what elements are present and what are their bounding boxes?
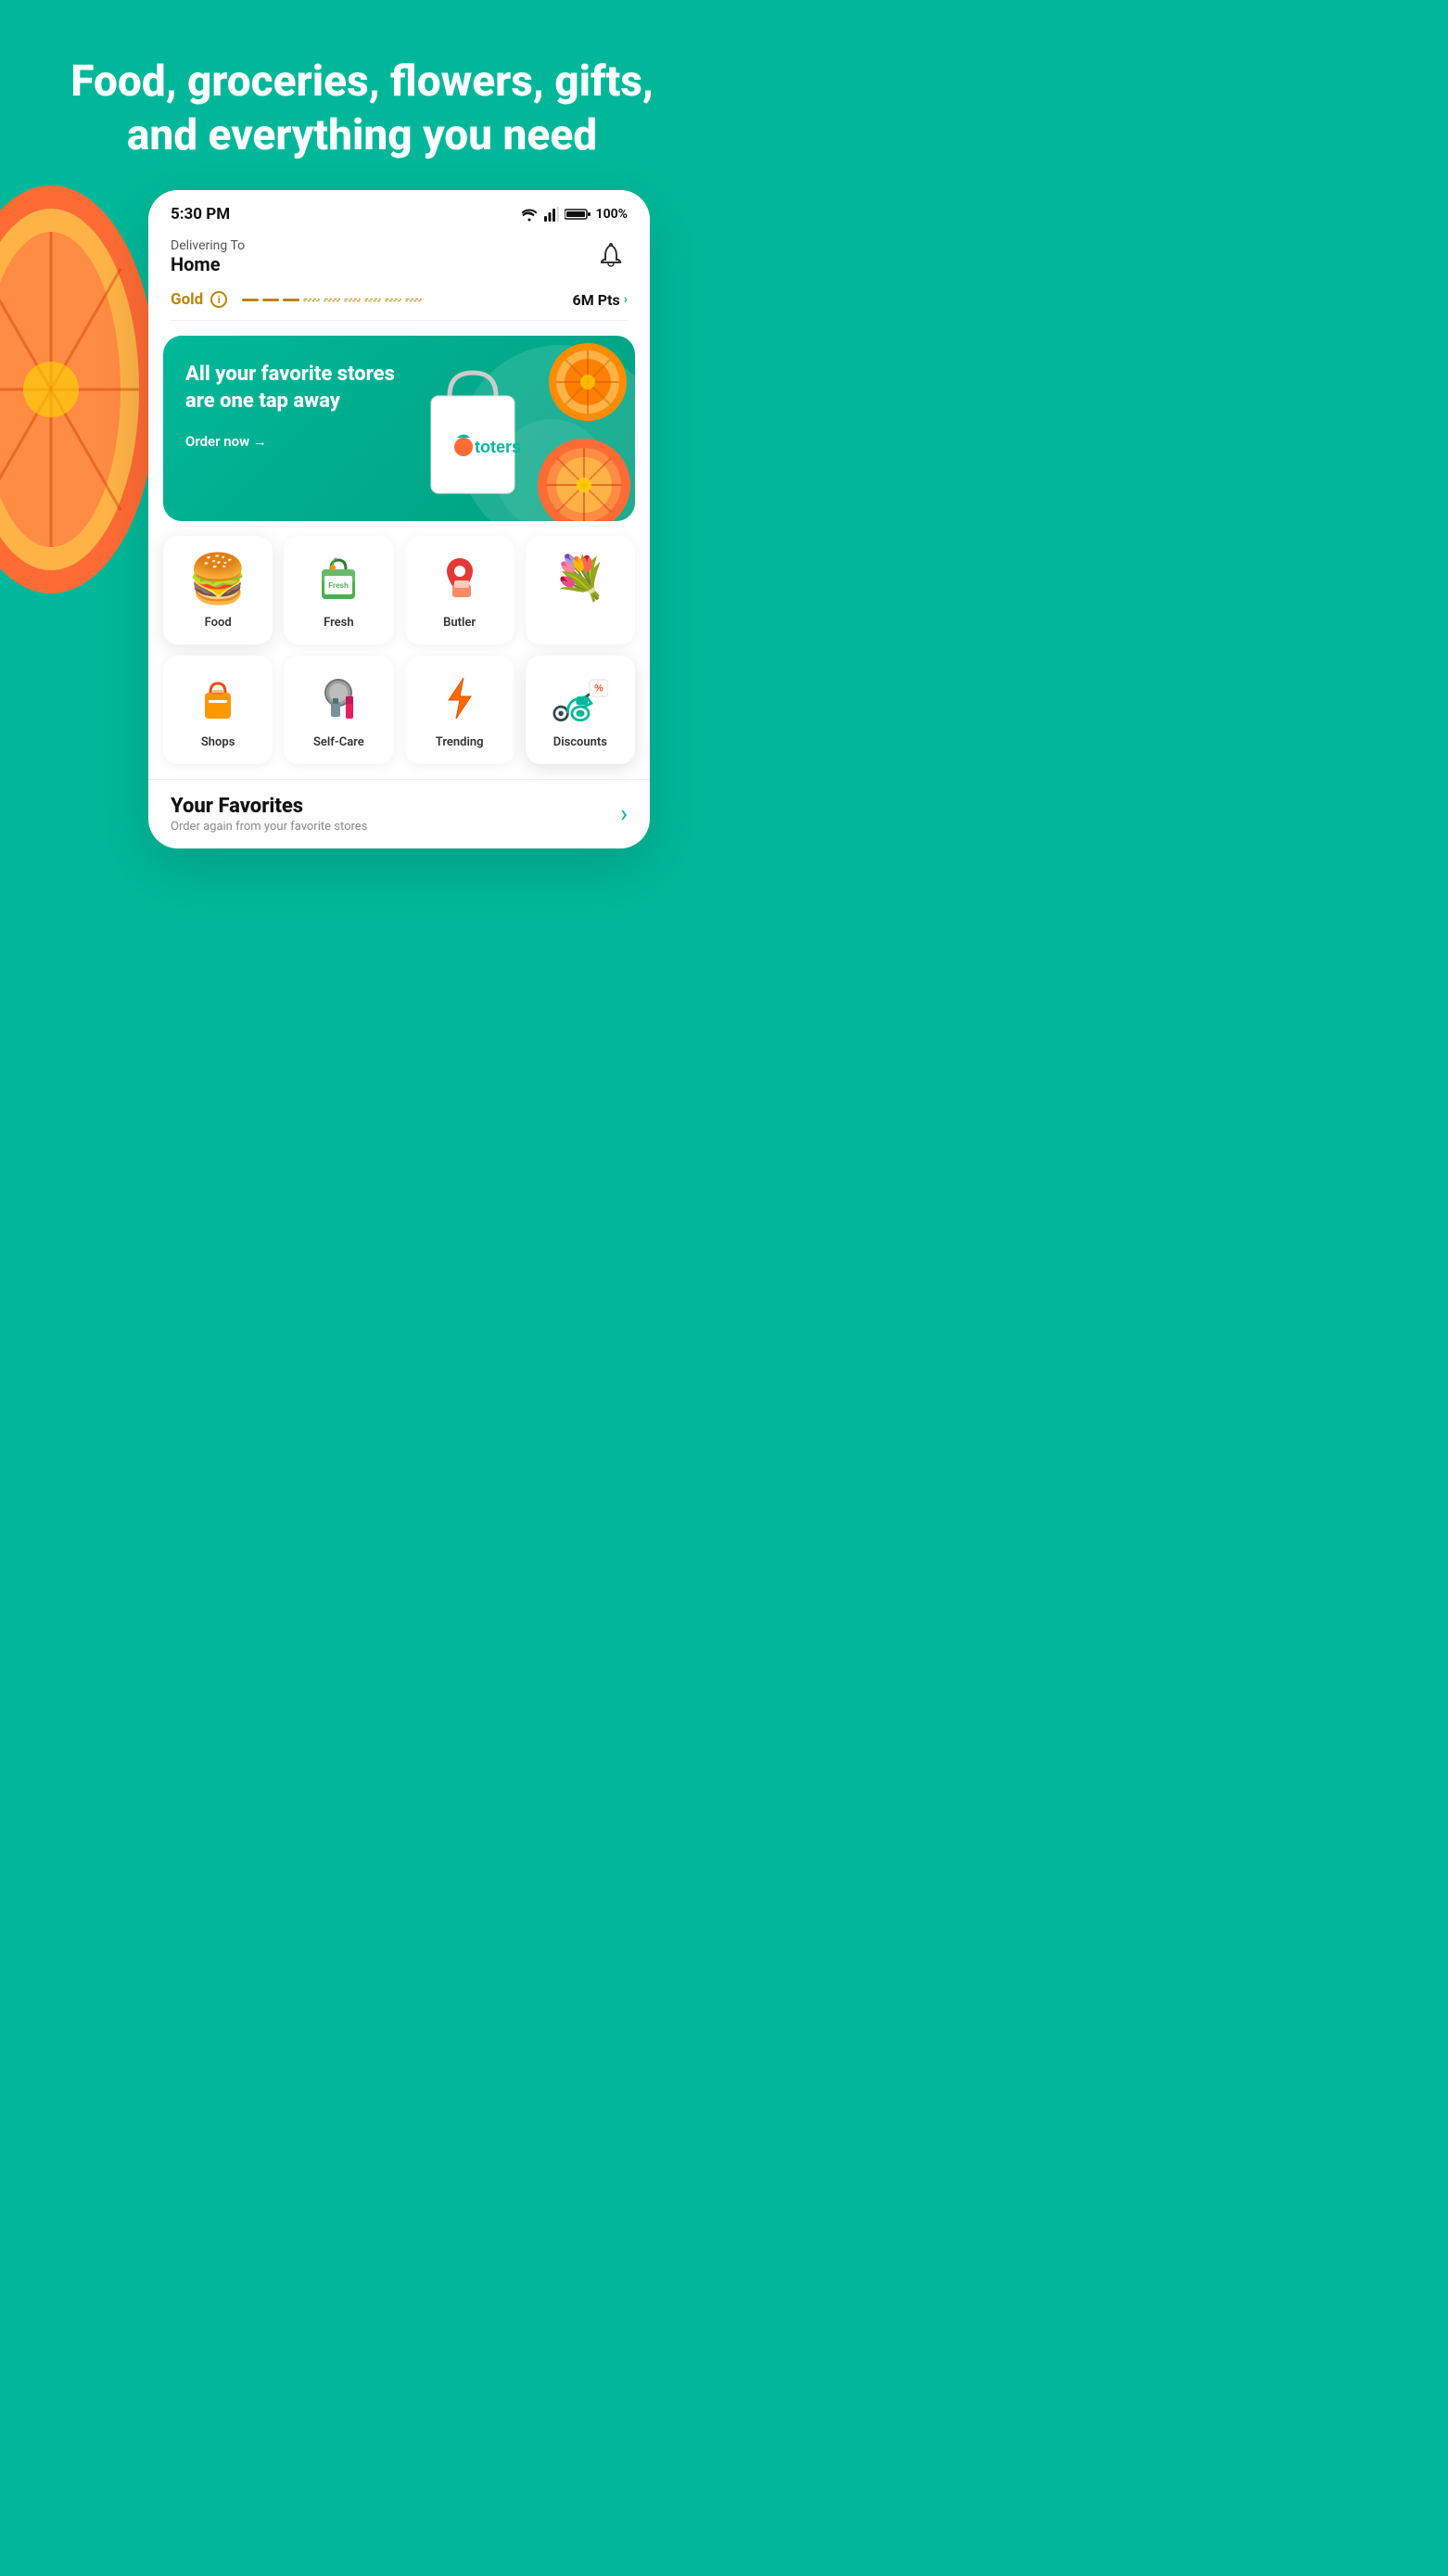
delivering-label: Delivering To [171,238,245,253]
category-food[interactable]: 🍔 Food [163,536,273,644]
tier-info: Gold i [171,290,422,309]
food-label: Food [205,616,232,630]
banner-headline: All your favorite stores are one tap awa… [185,362,421,414]
tier-points-button[interactable]: 6M Pts › [573,291,628,309]
hero-headline: Food, groceries, flowers, gifts, and eve… [0,0,724,190]
category-selfcare[interactable]: Self-Care [284,656,393,764]
tier-dot-1 [242,299,259,301]
discounts-label: Discounts [553,735,607,749]
category-trending[interactable]: Trending [405,656,514,764]
header: Delivering To Home [148,231,650,290]
butler-label: Butler [443,616,476,630]
fresh-label: Fresh [324,616,353,630]
status-bar: 5:30 PM 100% [148,190,650,231]
favorites-section: Your Favorites Order again from your fav… [148,779,650,848]
tier-dot-7 [364,299,381,301]
food-icon: 🍔 [190,551,246,606]
tier-dot-8 [385,299,401,301]
battery-percent: 100% [596,207,628,222]
tier-chevron-icon: › [624,292,628,307]
category-discounts[interactable]: % Discounts [526,656,635,764]
selfcare-label: Self-Care [313,735,364,749]
tier-dot-6 [344,299,361,301]
phone-card: 5:30 PM 100% [148,190,650,848]
category-shops[interactable]: Shops [163,656,273,764]
tier-dot-3 [283,299,299,301]
favorites-title: Your Favorites [171,795,367,818]
shops-label: Shops [201,735,235,749]
favorites-subtitle: Order again from your favorite stores [171,820,367,834]
favorites-info: Your Favorites Order again from your fav… [171,795,367,834]
status-time: 5:30 PM [171,205,230,223]
trending-icon [432,670,488,726]
tier-dot-4 [303,299,320,301]
discounts-icon: % [553,670,608,726]
tier-bar: Gold i 6M Pts › [171,290,628,321]
promo-banner[interactable]: toters All your favorite stores are one … [163,336,635,521]
signal-icon [544,207,559,222]
tier-dot-9 [405,299,422,301]
tier-progress [242,299,422,301]
tier-name: Gold [171,290,203,309]
svg-text:%: % [594,683,603,695]
tier-dot-5 [324,299,340,301]
battery-icon [565,208,591,221]
status-icons: 100% [520,207,628,222]
category-butler[interactable]: Butler [405,536,514,644]
tier-points: 6M Pts [573,291,620,309]
notification-bell-button[interactable] [594,238,628,272]
fresh-icon: Fresh [311,551,366,606]
category-fresh[interactable]: Fresh Fresh [284,536,393,644]
trending-label: Trending [436,735,484,749]
favorites-chevron-icon[interactable]: › [620,800,628,828]
butler-icon [432,551,488,606]
tier-info-icon[interactable]: i [210,291,227,308]
selfcare-icon [311,670,366,726]
location-info: Delivering To Home [171,238,245,275]
shops-icon [190,670,246,726]
banner-cta-button[interactable]: Order now → [185,433,613,450]
categories-grid: 🍔 Food Fresh [148,536,650,779]
svg-text:toters: toters [475,438,521,456]
flowers-icon: 💐 [553,551,608,606]
tier-dot-2 [262,299,279,301]
svg-text:Fresh: Fresh [328,581,349,590]
delivery-location: Home [171,253,245,275]
category-flowers[interactable]: 💐 [526,536,635,644]
wifi-icon [520,207,539,222]
